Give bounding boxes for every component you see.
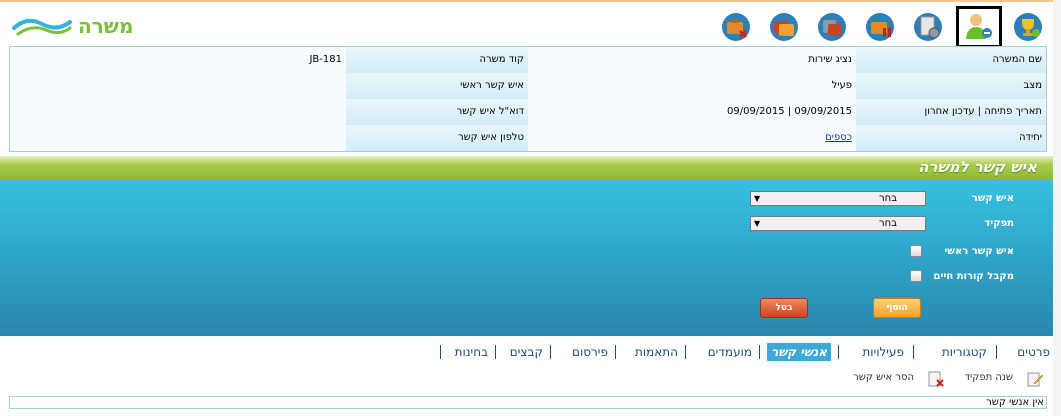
role-select[interactable]: בחר ▼ [750,216,926,231]
tab-categories[interactable]: קטגוריות [942,343,987,361]
top-bar: משרה [0,0,1061,48]
info-label: דוא"ל איש קשר [346,99,528,125]
contact-select[interactable]: בחר ▼ [750,191,926,206]
contact-person-button[interactable] [956,6,1002,48]
tab-separator [550,345,551,359]
info-label: איש קשר ראשי [346,73,528,99]
tab-bar: פרטים קטגוריות פעילויות אנשי קשר מועמדים… [440,343,1060,361]
tab-publishing[interactable]: פירסום [572,343,608,361]
change-role-action[interactable]: שנה תפקיד [965,372,1013,383]
info-row: תאריך פתיחה | עדכון אחרון 09/09/2015 | 0… [10,99,1046,125]
chevron-down-icon: ▼ [754,194,761,203]
tab-details[interactable]: פרטים [1017,343,1050,361]
document-settings-button[interactable] [908,8,948,46]
tab-separator [838,345,839,359]
briefcase-stack-icon [770,13,798,41]
cancel-button[interactable]: בטל [760,298,808,318]
info-value: כספים [528,125,856,151]
briefcase-pause-button[interactable] [860,8,900,46]
briefcase-pause-icon [866,13,894,41]
info-value: 09/09/2015 | 09/09/2015 [528,99,856,125]
info-value [10,73,346,99]
tab-files[interactable]: קבצים [510,343,543,361]
tab-separator [495,345,496,359]
info-value: JB-181 [10,47,346,73]
info-row: יחידה כספים טלפון איש קשר [10,125,1046,151]
info-row: מצב פעיל איש קשר ראשי [10,73,1046,99]
tab-separator [440,345,441,359]
role-label: תפקיד [984,218,1014,229]
document-settings-icon [914,13,942,41]
section-header: איש קשר למשרה [0,156,1061,180]
info-label: קוד משרה [346,47,528,73]
info-label: טלפון איש קשר [346,125,528,151]
info-value [10,125,346,151]
trophy-button[interactable] [1008,8,1048,46]
info-row: שם המשרה נציג שירות קוד משרה JB-181 [10,47,1046,73]
briefcase-copy-icon [818,13,846,41]
briefcase-delete-button[interactable] [716,8,756,46]
job-info-table: שם המשרה נציג שירות קוד משרה JB-181 מצב … [9,46,1047,152]
remove-contact-action[interactable]: הסר איש קשר [853,372,914,383]
trophy-icon [1014,13,1042,41]
briefcase-stack-button[interactable] [764,8,804,46]
info-value [10,99,346,125]
edit-role-icon[interactable] [1026,370,1044,388]
logo: משרה [12,10,142,40]
empty-message: אין אנשי קשר [986,397,1044,408]
chevron-down-icon: ▼ [754,219,761,228]
info-label: מצב [856,73,1046,99]
add-button[interactable]: הוסף [873,298,921,318]
primary-contact-label: איש קשר ראשי [944,246,1014,257]
unit-link[interactable]: כספים [825,132,852,143]
tab-separator [913,345,914,359]
cv-recipient-checkbox[interactable] [910,270,922,282]
contact-label: איש קשר [971,193,1014,204]
logo-text: משרה [78,14,134,38]
section-title: איש קשר למשרה [918,158,1037,176]
tab-separator [615,345,616,359]
tab-tests[interactable]: בחינות [455,343,488,361]
briefcase-copy-button[interactable] [812,8,852,46]
remove-contact-icon[interactable] [927,370,945,388]
info-value: פעיל [528,73,856,99]
role-select-value: בחר [879,218,897,229]
info-label: יחידה [856,125,1046,151]
tab-separator [685,345,686,359]
info-value: נציג שירות [528,47,856,73]
cv-recipient-label: מקבל קורות חיים [933,271,1014,282]
contact-select-value: בחר [879,193,897,204]
tab-candidates[interactable]: מועמדים [708,343,752,361]
logo-wave-icon [12,18,72,36]
contacts-list: אין אנשי קשר [9,396,1047,409]
info-label: תאריך פתיחה | עדכון אחרון [856,99,1046,125]
contact-person-icon [966,14,992,39]
toolbar [716,6,1051,48]
briefcase-delete-icon [722,13,750,41]
tab-matches[interactable]: התאמות [635,343,678,361]
info-label: שם המשרה [856,47,1046,73]
primary-contact-checkbox[interactable] [910,245,922,257]
tab-activities[interactable]: פעילויות [862,343,904,361]
scrollbar[interactable] [1053,0,1061,416]
tab-separator [996,345,997,359]
tab-contacts[interactable]: אנשי קשר [767,343,831,361]
tab-separator [759,345,760,359]
